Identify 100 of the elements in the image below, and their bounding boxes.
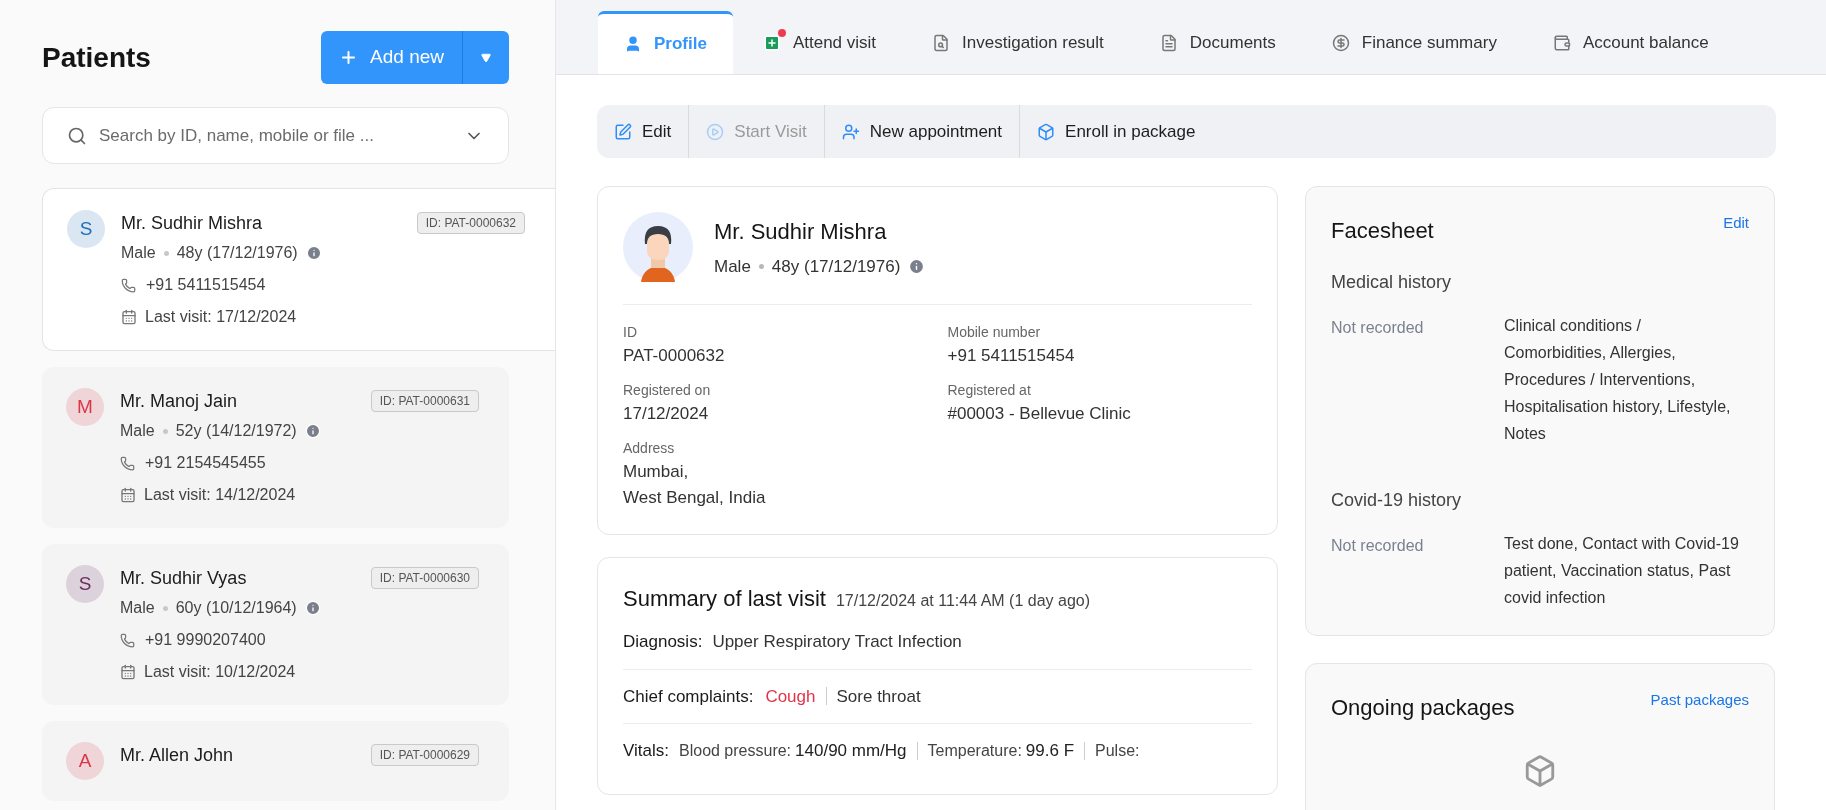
- document-icon: [1159, 33, 1178, 52]
- tab[interactable]: Finance summary: [1305, 11, 1523, 74]
- cube-icon: [1523, 754, 1557, 788]
- section-title: Covid-19 history: [1331, 489, 1463, 512]
- edit-icon: [614, 122, 632, 141]
- calendar-icon: [121, 309, 137, 325]
- profile-gender: Male: [714, 255, 751, 278]
- visit-date: 17/12/2024 at 11:44 AM (1 day ago): [835, 591, 1091, 611]
- last-visit-date: Last visit: 10/12/2024: [144, 662, 296, 682]
- field-value: West Bengal, India: [623, 487, 767, 509]
- add-person-icon: [841, 122, 860, 141]
- past-packages-link[interactable]: Past packages: [1650, 689, 1749, 712]
- patient-phone: +91 2154545455: [145, 453, 266, 473]
- patient-gender: Male: [120, 598, 155, 618]
- person-icon: [624, 35, 642, 53]
- patient-name: Mr. Allen John: [120, 744, 234, 767]
- tab[interactable]: Investigation result: [906, 11, 1130, 74]
- patient-age: 48y (17/12/1976): [176, 243, 298, 263]
- patient-card[interactable]: S Mr. Sudhir Mishra ID: PAT-0000632 Male 48y (17/12/1976) +91 5411515454 Last visit: 17/12/2024: [42, 188, 555, 351]
- tab[interactable]: Attend visit: [736, 11, 903, 74]
- field-value: #00003 - Bellevue Clinic: [947, 403, 1132, 425]
- avatar-initial: S: [66, 565, 104, 603]
- status-text: Not recorded: [1331, 536, 1425, 556]
- section-detail: Test done, Contact with Covid-19 patient, Vaccination status, Past covid infection: [1504, 534, 1740, 608]
- toolbar-button[interactable]: New appointment: [823, 105, 1020, 158]
- field-label: ID: [623, 323, 638, 341]
- calendar-icon: [120, 664, 136, 680]
- search-field[interactable]: Search by ID, name, mobile or file ...: [99, 122, 452, 149]
- diagnosis-value: Upper Respiratory Tract Infection: [712, 631, 962, 653]
- patient-age: 52y (14/12/1972): [175, 421, 297, 441]
- patient-phone: +91 9990207400: [145, 630, 266, 650]
- tab[interactable]: Account balance: [1526, 11, 1735, 74]
- vital-label: Blood pressure:: [679, 740, 792, 761]
- patient-id-badge: ID: PAT-0000629: [370, 744, 479, 766]
- vital-value: 140/90 mm/Hg: [795, 740, 907, 762]
- vital-value: 99.6 F: [1025, 740, 1075, 762]
- vital-label: Pulse:: [1095, 740, 1140, 761]
- info-icon[interactable]: [304, 600, 321, 616]
- last-visit-date: Last visit: 14/12/2024: [144, 485, 296, 505]
- field-label: Mobile number: [947, 323, 1042, 341]
- medical-cross-icon: [762, 33, 781, 52]
- diagnosis-label: Diagnosis:: [623, 631, 703, 653]
- field-value: Mumbai,: [623, 461, 690, 483]
- field-label: Address: [623, 439, 676, 457]
- sidebar-title: Patients: [42, 40, 151, 75]
- toolbar-button[interactable]: Edit: [597, 105, 689, 158]
- search-bar[interactable]: Search by ID, name, mobile or file ...: [42, 107, 509, 164]
- card-title: Summary of last visit: [623, 585, 826, 613]
- field-value: 17/12/2024: [623, 403, 710, 425]
- document-search-icon: [932, 33, 951, 52]
- tab[interactable]: Documents: [1133, 11, 1302, 74]
- patient-name: Mr. Sudhir Vyas: [120, 567, 247, 590]
- profile-name: Mr. Sudhir Mishra: [714, 217, 888, 246]
- status-text: Not recorded: [1331, 318, 1425, 338]
- info-icon[interactable]: [304, 423, 321, 439]
- complaint: Sore throat: [836, 685, 921, 708]
- avatar-initial: A: [66, 742, 104, 780]
- section-detail: Clinical conditions / Comorbidities, Allergies, Procedures / Interventions, Hospitalisation history, Lifestyle, Notes: [1504, 316, 1732, 444]
- patient-gender: Male: [121, 243, 156, 263]
- patient-name: Mr. Sudhir Mishra: [121, 212, 263, 235]
- field-value: +91 5411515454: [947, 345, 1076, 367]
- calendar-icon: [120, 487, 136, 503]
- field-value: PAT-0000632: [623, 345, 726, 367]
- patient-card[interactable]: A Mr. Allen John ID: PAT-0000629: [42, 721, 509, 801]
- search-icon: [67, 125, 87, 146]
- patient-name: Mr. Manoj Jain: [120, 390, 238, 413]
- complaint: Cough: [765, 685, 816, 708]
- patient-id-badge: ID: PAT-0000632: [416, 212, 525, 234]
- field-label: Registered on: [623, 381, 712, 399]
- phone-icon: [121, 277, 136, 293]
- toolbar-button[interactable]: Enroll in package: [1019, 105, 1213, 158]
- avatar-initial: S: [67, 210, 105, 248]
- avatar-silhouette: [623, 212, 693, 282]
- info-icon[interactable]: [305, 245, 322, 261]
- play-icon: [706, 122, 725, 141]
- info-icon[interactable]: [908, 258, 926, 275]
- phone-icon: [120, 455, 135, 471]
- card-title: Facesheet: [1331, 217, 1434, 245]
- card-title: Ongoing packages: [1331, 694, 1515, 722]
- complaints-label: Chief complaints:: [623, 685, 754, 708]
- patient-card[interactable]: S Mr. Sudhir Vyas ID: PAT-0000630 Male 60y (10/12/1964) +91 9990207400 Last visit: 10/12/2024: [42, 544, 509, 705]
- field-label: Registered at: [947, 381, 1032, 399]
- caret-icon: [480, 52, 492, 63]
- vital-label: Temperature:: [927, 740, 1022, 761]
- section-title: Medical history: [1331, 271, 1453, 294]
- patient-phone: +91 5411515454: [146, 275, 266, 295]
- profile-age: 48y (17/12/1976): [771, 255, 901, 278]
- cube-icon: [1037, 122, 1056, 141]
- patient-gender: Male: [120, 421, 155, 441]
- patient-card[interactable]: M Mr. Manoj Jain ID: PAT-0000631 Male 52y (14/12/1972) +91 2154545455 Last visit: 14/12/2024: [42, 367, 509, 528]
- patient-id-badge: ID: PAT-0000631: [370, 390, 479, 412]
- last-visit-date: Last visit: 17/12/2024: [145, 307, 297, 327]
- avatar-initial: M: [66, 388, 104, 426]
- edit-link[interactable]: Edit: [1723, 212, 1749, 235]
- patient-age: 60y (10/12/1964): [175, 598, 297, 618]
- wallet-icon: [1552, 33, 1571, 52]
- vitals-label: Vitals:: [623, 740, 669, 762]
- phone-icon: [120, 632, 135, 648]
- patient-id-badge: ID: PAT-0000630: [370, 567, 479, 589]
- dollar-icon: [1331, 33, 1350, 52]
